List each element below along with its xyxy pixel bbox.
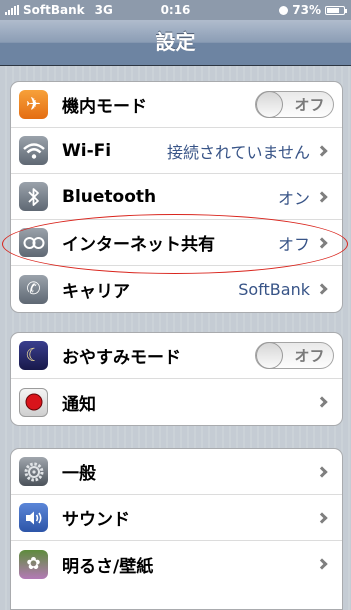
chevron-right-icon xyxy=(316,558,328,570)
row-notifications[interactable]: 通知 xyxy=(11,379,342,425)
row-label: Bluetooth xyxy=(62,186,157,207)
moon-icon: ☾ xyxy=(19,341,48,370)
settings-group-network: ✈ 機内モード オフ Wi-Fi 接続されていません Bluetooth オン xyxy=(10,81,343,313)
row-label: 一般 xyxy=(62,464,96,484)
navigation-bar: 設定 xyxy=(0,20,351,66)
chevron-right-icon xyxy=(316,511,328,524)
row-carrier[interactable]: ✆ キャリア SoftBank xyxy=(11,266,342,312)
row-label: サウンド xyxy=(62,510,130,530)
row-value: SoftBank xyxy=(238,279,310,299)
wifi-icon xyxy=(19,136,48,165)
row-label: 通知 xyxy=(62,394,96,415)
settings-group-notifications: ☾ おやすみモード オフ 通知 xyxy=(10,332,343,426)
row-label: インターネット共有 xyxy=(62,235,215,255)
row-label: 明るさ/壁紙 xyxy=(62,556,154,577)
row-wifi[interactable]: Wi-Fi 接続されていません xyxy=(11,128,342,174)
chevron-right-icon xyxy=(316,236,328,249)
row-do-not-disturb[interactable]: ☾ おやすみモード オフ xyxy=(11,333,342,379)
battery-level xyxy=(327,7,339,13)
chevron-right-icon xyxy=(316,190,328,203)
chevron-right-icon xyxy=(316,283,328,295)
flower-icon: ✿ xyxy=(19,549,48,579)
airplane-icon: ✈ xyxy=(19,90,48,119)
row-value: オン xyxy=(277,188,310,208)
toggle-knob xyxy=(256,91,283,118)
toggle-knob xyxy=(256,342,283,369)
toggle-label: オフ xyxy=(294,96,325,114)
bluetooth-icon xyxy=(19,182,48,211)
row-internet-tethering[interactable]: インターネット共有 オフ xyxy=(11,220,342,266)
tethering-icon xyxy=(19,228,48,257)
do-not-disturb-toggle[interactable]: オフ xyxy=(255,342,334,369)
page-title: 設定 xyxy=(155,30,196,54)
airplane-mode-toggle[interactable]: オフ xyxy=(255,91,334,118)
toggle-label: オフ xyxy=(294,347,325,365)
row-value: オフ xyxy=(277,234,310,254)
phone-icon: ✆ xyxy=(19,274,48,304)
status-right: 73% xyxy=(279,3,347,17)
notification-icon xyxy=(19,387,48,417)
row-bluetooth[interactable]: Bluetooth オン xyxy=(11,174,342,220)
row-brightness-wallpaper[interactable]: ✿ 明るさ/壁紙 xyxy=(11,541,342,587)
row-label: Wi-Fi xyxy=(62,140,112,161)
row-sounds[interactable]: サウンド xyxy=(11,495,342,541)
row-airplane-mode[interactable]: ✈ 機内モード オフ xyxy=(11,82,342,128)
row-general[interactable]: 一般 xyxy=(11,449,342,495)
gear-icon xyxy=(19,457,48,486)
battery-icon xyxy=(325,5,347,15)
row-value: 接続されていません xyxy=(166,142,310,162)
chevron-right-icon xyxy=(316,144,328,157)
status-bar: SoftBank 3G 0:16 73% xyxy=(0,0,351,20)
chevron-right-icon xyxy=(316,396,328,408)
settings-group-general: 一般 サウンド ✿ 明るさ/壁紙 xyxy=(10,448,343,610)
speaker-icon xyxy=(19,503,48,532)
row-label: 機内モード xyxy=(62,97,147,117)
row-label: キャリア xyxy=(62,281,130,302)
alarm-icon xyxy=(279,5,289,15)
row-label: おやすみモード xyxy=(62,348,181,368)
chevron-right-icon xyxy=(316,465,328,478)
battery-percent: 73% xyxy=(292,3,321,17)
